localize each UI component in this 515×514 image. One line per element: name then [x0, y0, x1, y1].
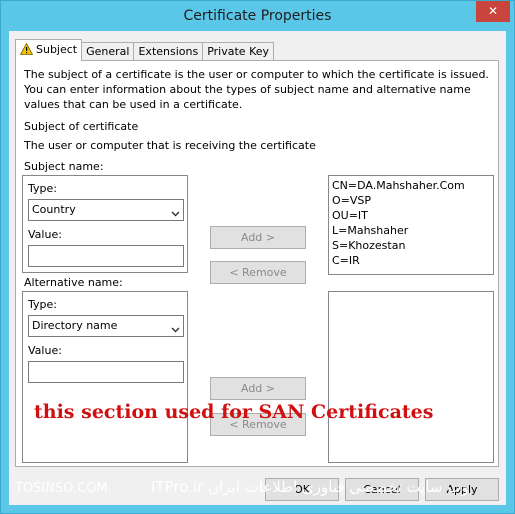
alternative-type-label: Type: [28, 298, 57, 311]
warning-icon [19, 42, 34, 62]
window-title: Certificate Properties [183, 8, 332, 24]
list-item[interactable]: O=VSP [332, 193, 490, 208]
list-item[interactable]: CN=DA.Mahshaher.Com [332, 178, 490, 193]
watermark-left: TOSINSO.COM [15, 481, 108, 496]
subject-name-group-label: Subject name: [24, 160, 104, 173]
watermark-right: وب سایت تخصصی فناوری اطلاعات ایران ITPro… [151, 478, 469, 496]
alternative-name-group: Type: Directory name Value: [22, 291, 188, 463]
tab-private-key[interactable]: Private Key [202, 42, 275, 61]
list-item[interactable]: OU=IT [332, 208, 490, 223]
list-item[interactable]: S=Khozestan [332, 238, 490, 253]
subject-type-select[interactable]: Country [28, 199, 184, 221]
alternative-name-group-label: Alternative name: [24, 276, 123, 289]
tab-general[interactable]: General [81, 42, 135, 61]
subject-subtext: The user or computer that is receiving t… [24, 139, 316, 152]
subject-values-list[interactable]: CN=DA.Mahshaher.Com O=VSP OU=IT L=Mahsha… [328, 175, 494, 275]
subject-heading: Subject of certificate [24, 120, 139, 133]
subject-remove-button[interactable]: < Remove [210, 261, 306, 284]
alternative-value-input[interactable] [28, 361, 184, 383]
san-annotation: this section used for SAN Certificates [34, 401, 434, 423]
alternative-type-value: Directory name [32, 319, 118, 332]
list-item[interactable]: C=IR [332, 253, 490, 268]
subject-name-group: Type: Country Value: [22, 175, 188, 273]
subject-add-button[interactable]: Add > [210, 226, 306, 249]
dialog-client-area: Subject General Extensions Private Key T… [9, 31, 506, 505]
subject-value-input[interactable] [28, 245, 184, 267]
subject-type-value: Country [32, 203, 76, 216]
chevron-down-icon [171, 321, 180, 341]
alternative-values-list[interactable] [328, 291, 494, 463]
subject-description: The subject of a certificate is the user… [24, 68, 489, 111]
certificate-properties-window: Certificate Properties ✕ Subject General… [0, 0, 515, 514]
alternative-value-label: Value: [28, 344, 62, 357]
tab-strip: Subject General Extensions Private Key [15, 39, 275, 62]
alternative-add-button[interactable]: Add > [210, 377, 306, 400]
tab-extensions[interactable]: Extensions [133, 42, 204, 61]
close-button[interactable]: ✕ [476, 1, 510, 22]
alternative-type-select[interactable]: Directory name [28, 315, 184, 337]
tab-subject[interactable]: Subject [15, 39, 83, 62]
tab-subject-label: Subject [36, 43, 78, 56]
subject-value-label: Value: [28, 228, 62, 241]
list-item[interactable]: L=Mahshaher [332, 223, 490, 238]
subject-type-label: Type: [28, 182, 57, 195]
chevron-down-icon [171, 205, 180, 225]
